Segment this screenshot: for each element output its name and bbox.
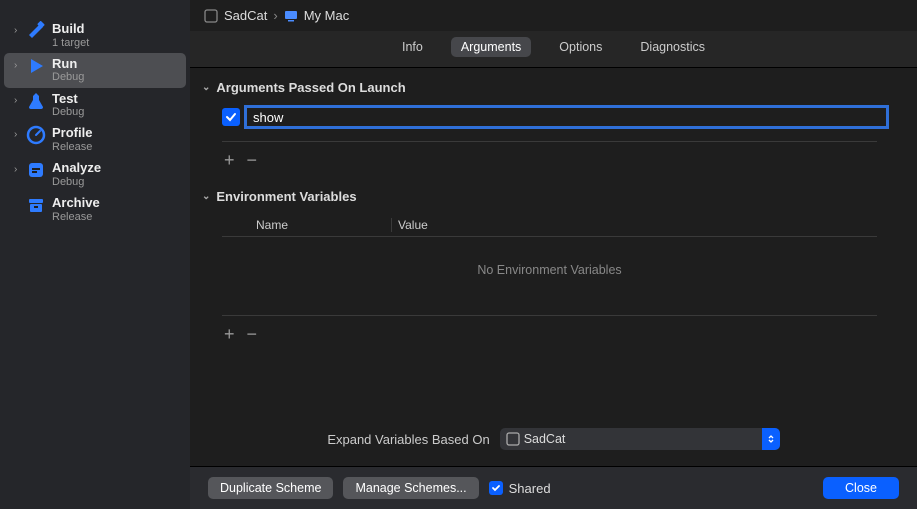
close-button[interactable]: Close xyxy=(823,477,899,499)
checkmark-icon xyxy=(489,481,503,495)
sidebar-label: Build xyxy=(52,21,89,37)
sidebar-item-run[interactable]: › Run Debug xyxy=(4,53,186,88)
project-icon xyxy=(506,432,520,446)
breadcrumb: SadCat › My Mac xyxy=(190,0,917,31)
archive-icon xyxy=(26,195,46,215)
sidebar-item-test[interactable]: › Test Debug xyxy=(4,88,186,123)
duplicate-scheme-button[interactable]: Duplicate Scheme xyxy=(208,477,333,499)
argument-row[interactable] xyxy=(222,105,889,129)
sidebar-item-build[interactable]: › Build 1 target xyxy=(4,18,186,53)
chevron-right-icon: › xyxy=(14,60,24,71)
arguments-title: Arguments Passed On Launch xyxy=(216,80,405,95)
sidebar-item-archive[interactable]: › Archive Release xyxy=(4,192,186,227)
chevron-right-icon: › xyxy=(273,8,277,23)
tab-arguments[interactable]: Arguments xyxy=(451,37,531,57)
chevron-down-icon[interactable]: ⌄ xyxy=(202,191,210,202)
mac-icon xyxy=(284,9,298,23)
env-name-col: Name xyxy=(252,218,392,232)
chevron-right-icon: › xyxy=(14,95,24,106)
divider xyxy=(222,315,877,316)
scheme-tabs: Info Arguments Options Diagnostics xyxy=(190,31,917,68)
expand-variables-row: Expand Variables Based On SadCat xyxy=(190,414,917,466)
add-env-button[interactable]: + xyxy=(224,324,235,345)
sidebar-item-analyze[interactable]: › Analyze Debug xyxy=(4,157,186,192)
sidebar-label: Test xyxy=(52,91,84,107)
expand-value: SadCat xyxy=(524,432,566,446)
footer: Duplicate Scheme Manage Schemes... Share… xyxy=(190,466,917,509)
sidebar-sublabel: 1 target xyxy=(52,37,89,50)
env-empty-text: No Environment Variables xyxy=(202,237,897,303)
chevron-right-icon: › xyxy=(14,164,24,175)
breadcrumb-target[interactable]: My Mac xyxy=(304,8,350,23)
analyze-icon xyxy=(26,160,46,180)
sidebar-item-profile[interactable]: › Profile Release xyxy=(4,122,186,157)
profile-icon xyxy=(26,125,46,145)
expand-label: Expand Variables Based On xyxy=(327,432,489,447)
remove-argument-button[interactable]: − xyxy=(247,150,258,171)
sidebar-label: Archive xyxy=(52,195,100,211)
arguments-section: ⌄ Arguments Passed On Launch + − xyxy=(202,80,897,171)
add-argument-button[interactable]: + xyxy=(224,150,235,171)
sidebar-sublabel: Debug xyxy=(52,106,84,119)
env-value-col: Value xyxy=(392,218,877,232)
shared-label: Shared xyxy=(509,481,551,496)
remove-env-button[interactable]: − xyxy=(247,324,258,345)
tab-diagnostics[interactable]: Diagnostics xyxy=(630,37,715,57)
breadcrumb-project[interactable]: SadCat xyxy=(224,8,267,23)
env-title: Environment Variables xyxy=(216,189,356,204)
tab-info[interactable]: Info xyxy=(392,37,433,57)
sidebar-sublabel: Release xyxy=(52,141,92,154)
sidebar-sublabel: Debug xyxy=(52,71,84,84)
sidebar-label: Run xyxy=(52,56,84,72)
env-section: ⌄ Environment Variables Name Value No En… xyxy=(202,189,897,345)
expand-select[interactable]: SadCat xyxy=(500,428,780,450)
sidebar-sublabel: Debug xyxy=(52,176,101,189)
chevron-down-icon[interactable]: ⌄ xyxy=(202,82,210,93)
argument-input[interactable] xyxy=(244,105,889,129)
run-icon xyxy=(26,56,46,76)
divider xyxy=(222,141,877,142)
env-table-header: Name Value xyxy=(222,214,877,237)
shared-checkbox[interactable]: Shared xyxy=(489,481,551,496)
chevron-right-icon: › xyxy=(14,25,24,36)
chevron-right-icon: › xyxy=(14,129,24,140)
argument-checkbox[interactable] xyxy=(222,108,240,126)
build-icon xyxy=(26,21,46,41)
scheme-sidebar: › Build 1 target › Run Debug › xyxy=(0,0,190,509)
test-icon xyxy=(26,91,46,111)
manage-schemes-button[interactable]: Manage Schemes... xyxy=(343,477,478,499)
updown-icon xyxy=(762,428,780,450)
sidebar-label: Profile xyxy=(52,125,92,141)
sidebar-sublabel: Release xyxy=(52,211,100,224)
tab-options[interactable]: Options xyxy=(549,37,612,57)
sidebar-label: Analyze xyxy=(52,160,101,176)
project-icon xyxy=(204,9,218,23)
